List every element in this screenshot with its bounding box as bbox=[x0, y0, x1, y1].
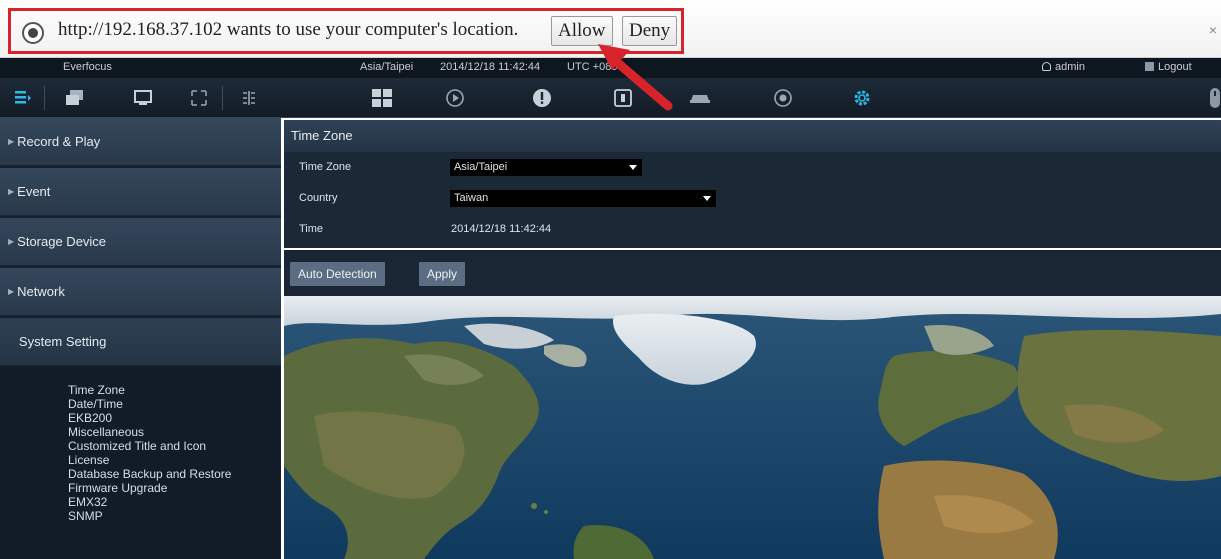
allow-button[interactable]: Allow bbox=[551, 16, 613, 46]
chevron-down-icon bbox=[629, 165, 637, 170]
timezone-select[interactable]: Asia/Taipei bbox=[450, 159, 642, 176]
logout-icon bbox=[1145, 62, 1154, 71]
sidebar-item-event[interactable]: ▶ Event bbox=[0, 168, 281, 216]
sidebar: ▶ Record & Play ▶ Event ▶ Storage Device ▶ N… bbox=[0, 118, 281, 559]
layout-grid-icon[interactable] bbox=[371, 87, 393, 109]
user-icon bbox=[1042, 62, 1051, 71]
sidebar-item-system-setting[interactable]: ▼System Setting bbox=[0, 318, 281, 366]
submenu-item-miscellaneous[interactable]: Miscellaneous bbox=[68, 425, 144, 439]
datetime-readout: 2014/12/18 11:42:44 bbox=[440, 61, 541, 73]
submenu-item-ekb200[interactable]: EKB200 bbox=[68, 411, 112, 425]
submenu-item-time-zone[interactable]: Time Zone bbox=[68, 383, 125, 397]
time-value: 2014/12/18 11:42:44 bbox=[451, 223, 552, 235]
auto-detection-button[interactable]: Auto Detection bbox=[290, 262, 385, 286]
disk-icon[interactable] bbox=[772, 87, 794, 109]
monitor-icon[interactable] bbox=[132, 87, 154, 109]
layers-icon[interactable] bbox=[64, 87, 86, 109]
country-label: Country bbox=[299, 192, 338, 204]
fullscreen-icon[interactable] bbox=[188, 87, 210, 109]
submenu-item-database-backup[interactable]: Database Backup and Restore bbox=[68, 467, 231, 481]
chevron-down-icon bbox=[703, 196, 711, 201]
list-icon[interactable] bbox=[12, 87, 34, 109]
sidebar-item-label: System Setting bbox=[18, 334, 107, 349]
world-map-image bbox=[284, 296, 1221, 559]
apply-button[interactable]: Apply bbox=[419, 262, 466, 286]
chevron-right-icon: ▶ bbox=[8, 237, 15, 246]
sidebar-item-label: Event bbox=[17, 184, 51, 199]
timezone-readout: Asia/Taipei bbox=[360, 61, 414, 73]
submenu-item-date-time[interactable]: Date/Time bbox=[68, 397, 123, 411]
close-icon[interactable]: × bbox=[1209, 22, 1217, 38]
sidebar-item-label: Record & Play bbox=[17, 134, 101, 149]
time-label: Time bbox=[299, 223, 324, 235]
submenu-item-license[interactable]: License bbox=[68, 453, 109, 467]
system-setting-submenu: Time Zone Date/Time EKB200 Miscellaneous… bbox=[0, 366, 281, 559]
chevron-right-icon: ▶ bbox=[8, 287, 15, 296]
sidebar-item-label: Storage Device bbox=[17, 234, 107, 249]
location-icon bbox=[22, 22, 44, 44]
status-bar: Everfocus Asia/Taipei 2014/12/18 11:42:4… bbox=[0, 58, 1221, 78]
settings-icon[interactable] bbox=[851, 87, 873, 109]
country-select[interactable]: Taiwan bbox=[450, 190, 716, 207]
page-title: Time Zone bbox=[284, 120, 1221, 152]
action-bar: Auto Detection Apply bbox=[284, 250, 1221, 296]
sidebar-item-record-play[interactable]: ▶ Record & Play bbox=[0, 118, 281, 166]
user-name: admin bbox=[1055, 61, 1085, 73]
infobar-message: http://192.168.37.102 wants to use your … bbox=[58, 19, 519, 40]
sidebar-item-storage-device[interactable]: ▶ Storage Device bbox=[0, 218, 281, 266]
chevron-down-icon: ▼ bbox=[8, 337, 16, 346]
grid-split-icon[interactable] bbox=[238, 87, 260, 109]
timezone-label: Time Zone bbox=[299, 161, 352, 173]
playback-icon[interactable] bbox=[444, 87, 466, 109]
main-toolbar bbox=[0, 78, 1221, 118]
location-infobar: http://192.168.37.102 wants to use your … bbox=[0, 0, 1221, 58]
sidebar-item-label: Network bbox=[17, 284, 65, 299]
chevron-right-icon: ▶ bbox=[8, 137, 15, 146]
brand-label: Everfocus bbox=[63, 61, 112, 73]
chevron-right-icon: ▶ bbox=[8, 187, 15, 196]
logout-label: Logout bbox=[1158, 61, 1192, 73]
toolbar-divider bbox=[44, 86, 45, 110]
utc-readout: UTC +0800 bbox=[567, 61, 624, 73]
timezone-select-value: Asia/Taipei bbox=[454, 161, 508, 173]
user-menu[interactable]: admin bbox=[1042, 61, 1085, 73]
logout-link[interactable]: Logout bbox=[1145, 61, 1192, 73]
submenu-item-emx32[interactable]: EMX32 bbox=[68, 495, 107, 509]
submenu-item-customized-title[interactable]: Customized Title and Icon bbox=[68, 439, 206, 453]
deny-button[interactable]: Deny bbox=[622, 16, 678, 46]
country-select-value: Taiwan bbox=[454, 192, 489, 204]
timezone-form: Time Zone Asia/Taipei Country Taiwan Tim… bbox=[284, 152, 1221, 248]
car-icon[interactable] bbox=[689, 87, 711, 109]
world-map[interactable] bbox=[284, 296, 1221, 559]
toolbar-divider bbox=[222, 86, 223, 110]
lock-icon[interactable] bbox=[612, 87, 634, 109]
alert-icon[interactable] bbox=[531, 87, 553, 109]
submenu-item-firmware-upgrade[interactable]: Firmware Upgrade bbox=[68, 481, 167, 495]
sidebar-item-network[interactable]: ▶ Network bbox=[0, 268, 281, 316]
mouse-icon[interactable] bbox=[1204, 87, 1221, 109]
submenu-item-snmp[interactable]: SNMP bbox=[68, 509, 103, 523]
